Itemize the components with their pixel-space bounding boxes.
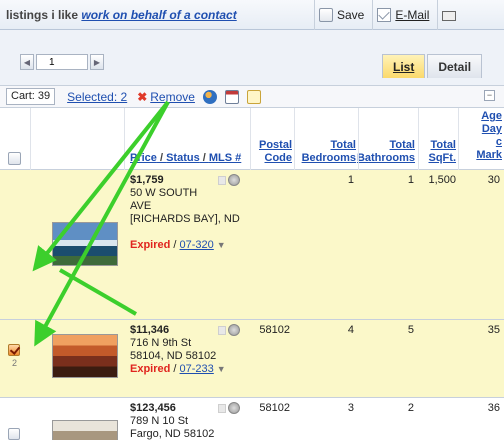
- title-prefix: listings i like: [6, 7, 79, 22]
- cart-count[interactable]: Cart: 39: [6, 88, 56, 105]
- page-number-input[interactable]: [36, 54, 88, 70]
- email-button[interactable]: E-Mail: [372, 0, 437, 30]
- listing-address: 50 W SOUTH AVE [RICHARDS BAY], ND: [130, 187, 240, 225]
- column-postal-code[interactable]: Postal Code: [252, 139, 292, 165]
- work-on-behalf-link[interactable]: work on behalf of a contact: [81, 8, 236, 22]
- listing-address: 716 N 9th St 58104, ND 58102: [130, 337, 217, 362]
- row-number: 2: [12, 358, 18, 368]
- print-button[interactable]: [437, 0, 468, 30]
- view-tabs: List Detail: [382, 54, 484, 78]
- prev-page-button[interactable]: ◀: [20, 54, 34, 70]
- top-header: listings i like work on behalf of a cont…: [0, 0, 504, 30]
- status-badge: Expired: [130, 363, 171, 375]
- note-edit-icon[interactable]: [246, 89, 261, 104]
- column-price-status-mls[interactable]: Price / Status / MLS #: [130, 152, 241, 165]
- table-row[interactable]: 2 $11,346 716 N 9th St 58104, ND 58102 E…: [0, 320, 504, 398]
- postal-code: 58102: [259, 324, 290, 336]
- next-page-button[interactable]: ▶: [90, 54, 104, 70]
- listing-status: Expired / 07-233 ▼: [130, 363, 226, 375]
- column-total-bathrooms[interactable]: Total Bathrooms: [356, 139, 415, 165]
- disabled-circle-icon[interactable]: [228, 174, 240, 186]
- row-actions: [218, 402, 240, 414]
- selected-link[interactable]: Selected: 2: [67, 90, 127, 104]
- column-total-bedrooms[interactable]: Total Bedrooms: [294, 139, 356, 165]
- remove-x-icon[interactable]: ✖: [137, 90, 147, 104]
- flag-icon[interactable]: [218, 175, 226, 185]
- age-days-market: 30: [487, 174, 500, 186]
- select-all-checkbox[interactable]: [8, 152, 21, 165]
- save-label: Save: [337, 8, 365, 22]
- tab-detail[interactable]: Detail: [427, 54, 483, 78]
- email-label: E-Mail: [395, 8, 430, 22]
- listing-status: Expired / 07-320 ▼: [130, 239, 226, 251]
- page-title: listings i like work on behalf of a cont…: [0, 8, 237, 22]
- postal-code: 58102: [259, 402, 290, 414]
- age-days-market: 35: [487, 324, 500, 336]
- table-header: Price / Status / MLS # Postal Code Total B…: [0, 108, 504, 170]
- listing-photo[interactable]: [52, 222, 118, 266]
- listing-price: $11,346: [130, 324, 170, 336]
- disabled-circle-icon[interactable]: [228, 402, 240, 414]
- disabled-circle-icon[interactable]: [228, 324, 240, 336]
- total-bedrooms: 1: [347, 174, 354, 186]
- navigation-bar: ◀ ▶ List Detail: [0, 30, 504, 86]
- age-days-market: 36: [487, 402, 500, 414]
- collapse-toggle[interactable]: −: [484, 90, 495, 101]
- mls-link[interactable]: 07-233: [180, 363, 214, 375]
- total-bathrooms: 2: [407, 402, 414, 414]
- listing-address: 789 N 10 St Fargo, ND 58102: [130, 415, 215, 440]
- listing-price: $123,456: [130, 402, 176, 414]
- total-bedrooms: 3: [347, 402, 354, 414]
- remove-link[interactable]: Remove: [150, 90, 195, 104]
- listing-photo[interactable]: [52, 420, 118, 440]
- pager: ◀ ▶: [20, 54, 104, 70]
- flag-icon[interactable]: [218, 325, 226, 335]
- chevron-down-icon[interactable]: ▼: [217, 364, 226, 374]
- row-actions: [218, 174, 240, 186]
- row-checkbox[interactable]: [8, 428, 20, 440]
- total-bedrooms: 4: [347, 324, 354, 336]
- mls-link[interactable]: 07-320: [180, 239, 214, 251]
- print-icon: [442, 11, 457, 21]
- header-actions: Save E-Mail: [314, 0, 468, 30]
- list-toolbar: Cart: 39 Selected: 2 ✖ Remove −: [0, 86, 504, 108]
- calendar-icon[interactable]: [224, 89, 239, 104]
- row-actions: [218, 324, 240, 336]
- table-row[interactable]: $123,456 789 N 10 St Fargo, ND 58102 581…: [0, 398, 504, 440]
- total-sqft: 1,500: [428, 174, 456, 186]
- column-age-days-market[interactable]: Age Day c Mark: [460, 110, 502, 162]
- column-total-sqft[interactable]: Total SqFt.: [418, 139, 457, 165]
- chevron-down-icon[interactable]: ▼: [217, 240, 226, 250]
- total-bathrooms: 5: [407, 324, 414, 336]
- total-bathrooms: 1: [407, 174, 414, 186]
- status-badge: Expired: [130, 239, 171, 251]
- row-checkbox[interactable]: [8, 344, 20, 356]
- save-icon: [319, 8, 333, 22]
- contacts-icon[interactable]: [202, 89, 217, 104]
- flag-icon[interactable]: [218, 403, 226, 413]
- email-icon: [377, 8, 392, 22]
- table-row[interactable]: 1 $1,759 50 W SOUTH AVE [RICHARDS BAY], …: [0, 170, 504, 362]
- listing-price: $1,759: [130, 174, 164, 186]
- save-button[interactable]: Save: [314, 0, 372, 30]
- listing-photo[interactable]: [52, 334, 118, 378]
- tab-list[interactable]: List: [382, 54, 426, 78]
